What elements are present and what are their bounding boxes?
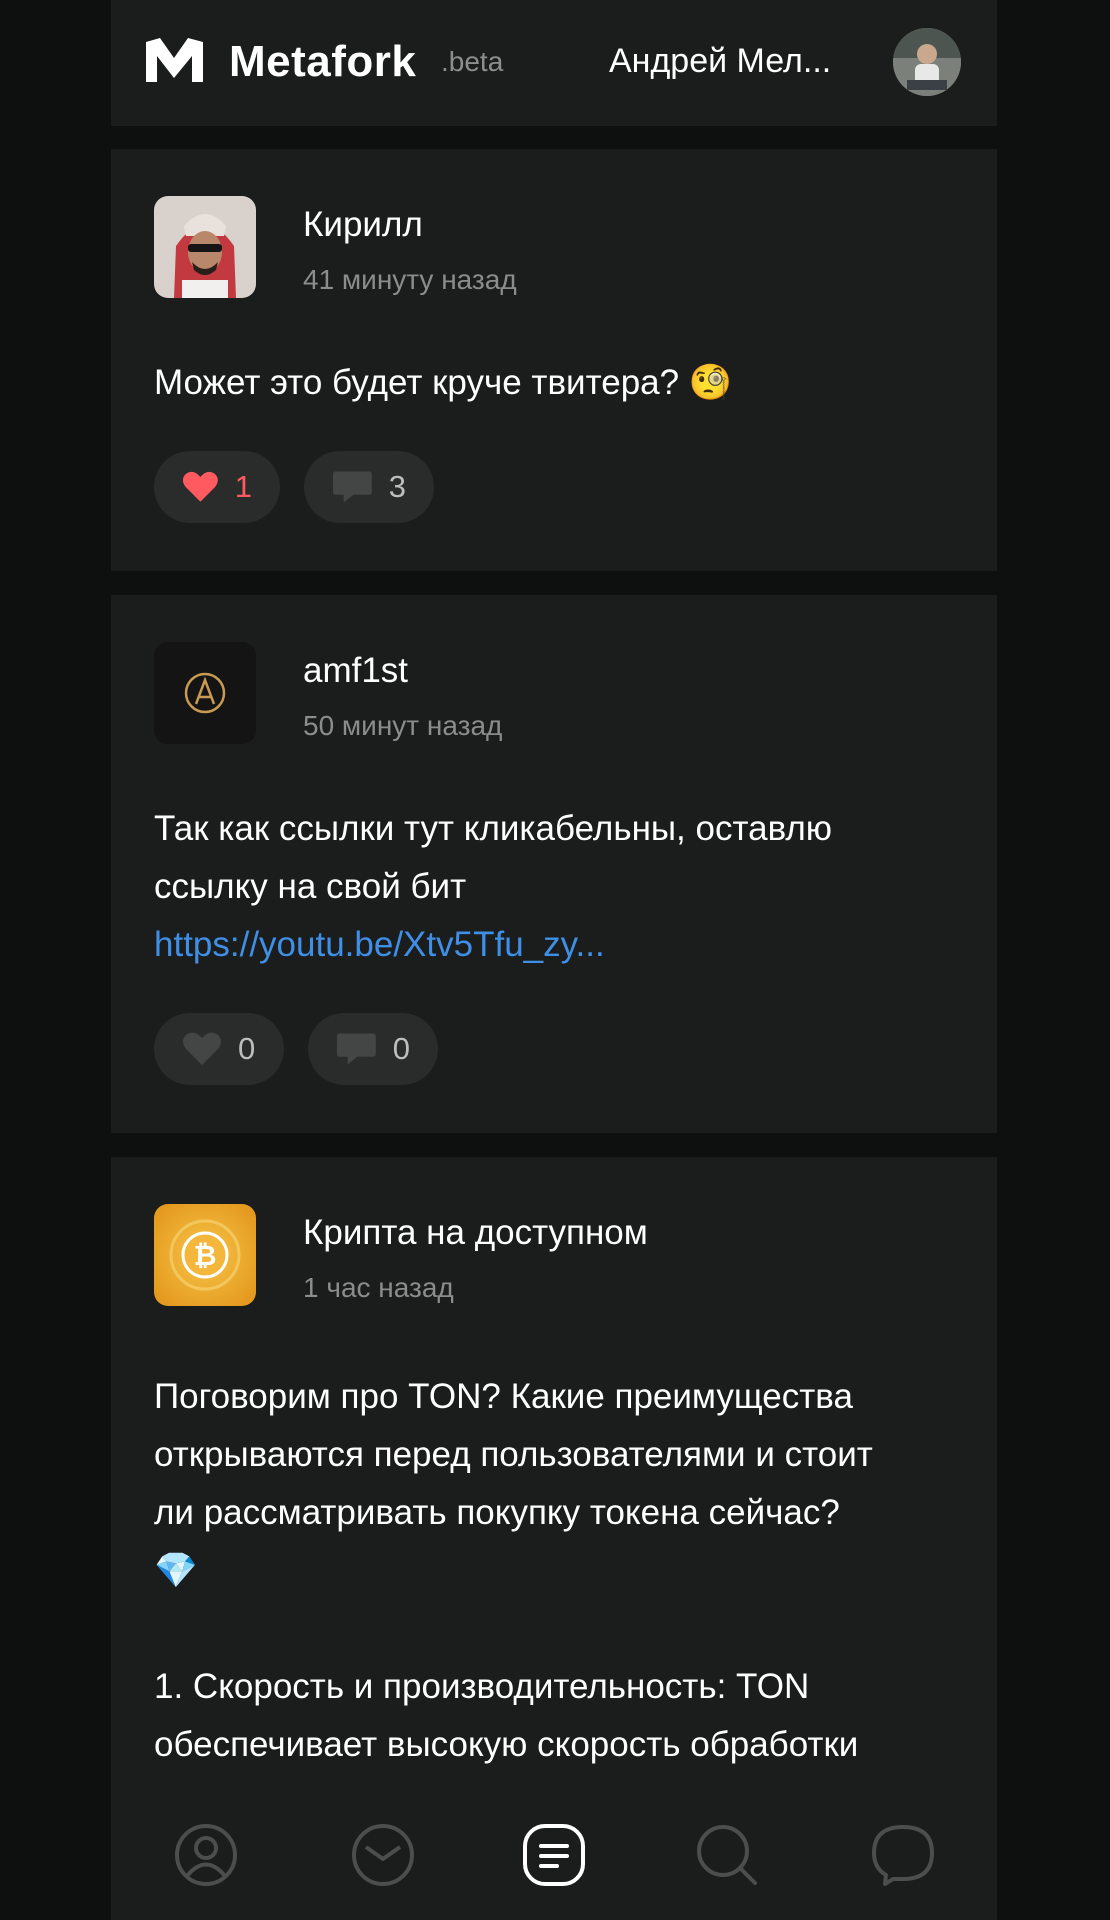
comment-count: 0: [392, 1031, 410, 1066]
post-time: 50 минут назад: [303, 710, 503, 741]
author-avatar[interactable]: ₿: [154, 1204, 256, 1306]
post-time: 1 час назад: [303, 1272, 454, 1303]
author-avatar[interactable]: [154, 642, 256, 744]
profile-icon: [175, 1824, 237, 1886]
post-text-line: Поговорим про TON? Какие преимущества: [154, 1377, 853, 1416]
main-column: Metafork .beta Андрей Мел... Кирилл 41 м…: [111, 0, 997, 1920]
heart-icon: [183, 1032, 221, 1065]
author-name[interactable]: Кирилл: [303, 203, 423, 247]
post-text-line: 1. Скорость и производительность: TON: [154, 1667, 810, 1706]
feed-icon: [523, 1824, 585, 1886]
comment-count: 3: [388, 469, 406, 504]
like-count: 1: [234, 469, 252, 504]
author-name[interactable]: Крипта на доступном: [303, 1211, 648, 1255]
post-text-line: 💎: [154, 1551, 198, 1590]
post-text-line: Так как ссылки тут кликабельны, оставлю: [154, 809, 833, 848]
post-text-line: ли рассматривать покупку токена сейчас?: [154, 1493, 840, 1532]
post-text: Может это будет круче твитера? 🧐: [154, 354, 964, 412]
post-text: Поговорим про TON? Какие преимущества от…: [154, 1368, 964, 1774]
post-text-line: [154, 1600, 964, 1658]
logo-text[interactable]: Metafork: [229, 36, 416, 88]
post-text-line: ссылку на свой бит: [154, 867, 467, 906]
like-button[interactable]: 1: [154, 451, 280, 523]
post-text-line: обеспечивает высокую скорость обработки: [154, 1725, 859, 1764]
nav-search[interactable]: [684, 1812, 770, 1898]
heart-icon: [182, 471, 218, 502]
user-avatar[interactable]: [893, 28, 961, 96]
beta-label: .beta: [441, 46, 504, 77]
nav-chat[interactable]: [860, 1812, 946, 1898]
like-count: 0: [238, 1031, 256, 1066]
comment-icon: [332, 471, 372, 503]
post-text: Так как ссылки тут кликабельны, оставлю …: [154, 800, 964, 974]
mail-icon: [352, 1824, 414, 1886]
current-user-name[interactable]: Андрей Мел...: [609, 38, 909, 84]
nav-feed[interactable]: [511, 1812, 597, 1898]
page: Metafork .beta Андрей Мел... Кирилл 41 м…: [0, 0, 1110, 1920]
post-link[interactable]: https://youtu.be/Xtv5Tfu_zy...: [154, 916, 964, 974]
top-bar: Metafork .beta Андрей Мел...: [111, 0, 997, 126]
author-name[interactable]: amf1st: [303, 649, 408, 693]
bottom-navigation: [111, 1790, 997, 1920]
post-card: Кирилл 41 минуту назад Может это будет к…: [111, 149, 997, 571]
post-time: 41 минуту назад: [303, 264, 517, 295]
search-icon: [697, 1825, 757, 1885]
nav-profile[interactable]: [163, 1812, 249, 1898]
comment-icon: [336, 1033, 376, 1065]
comment-button[interactable]: 3: [304, 451, 434, 523]
metafork-logo-icon[interactable]: [144, 36, 205, 86]
comment-button[interactable]: 0: [308, 1013, 438, 1085]
chat-icon: [872, 1825, 934, 1886]
post-text-line: Может это будет круче твитера? 🧐: [154, 363, 733, 402]
svg-text:₿: ₿: [194, 1239, 217, 1272]
nav-messages[interactable]: [340, 1812, 426, 1898]
author-avatar[interactable]: [154, 196, 256, 298]
post-card: amf1st 50 минут назад Так как ссылки тут…: [111, 595, 997, 1133]
like-button[interactable]: 0: [154, 1013, 284, 1085]
scroll-fade: [111, 1770, 997, 1792]
post-text-line: открываются перед пользователями и стоит: [154, 1435, 873, 1474]
